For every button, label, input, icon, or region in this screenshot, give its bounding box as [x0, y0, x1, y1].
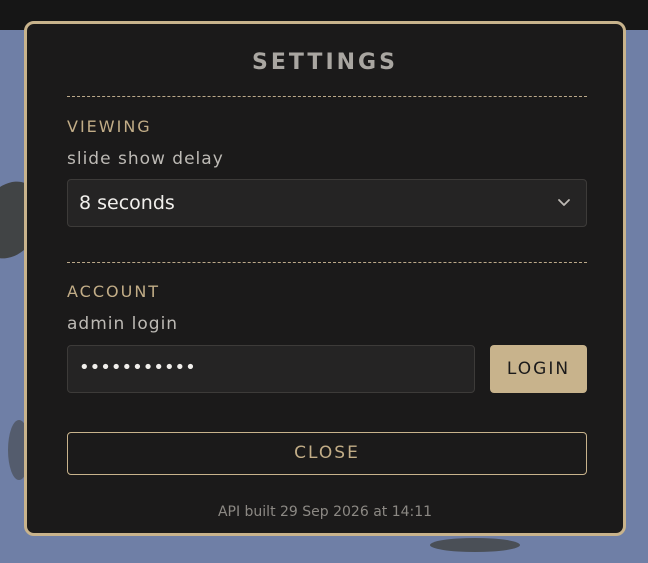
password-masked-value: •••••••••••	[79, 357, 196, 378]
api-build-info: API built 29 Sep 2026 at 14:11	[217, 504, 433, 520]
section-divider	[67, 96, 587, 97]
background-photo-shape	[430, 538, 520, 552]
chevron-down-icon	[558, 199, 570, 206]
slide-show-delay-label: slide show delay	[67, 149, 224, 169]
admin-login-label: admin login	[67, 314, 179, 334]
close-button[interactable]: CLOSE	[67, 432, 587, 475]
account-section-label: ACCOUNT	[67, 282, 161, 301]
section-divider	[67, 262, 587, 263]
dialog-title: SETTINGS	[252, 50, 398, 75]
login-button[interactable]: LOGIN	[490, 345, 587, 393]
settings-dialog: SETTINGS VIEWING slide show delay 8 seco…	[24, 21, 626, 536]
slide-show-delay-select[interactable]: 8 seconds	[67, 179, 587, 227]
slide-show-delay-value: 8 seconds	[79, 192, 175, 214]
viewing-section-label: VIEWING	[67, 117, 152, 136]
admin-password-input[interactable]: •••••••••••	[67, 345, 475, 393]
